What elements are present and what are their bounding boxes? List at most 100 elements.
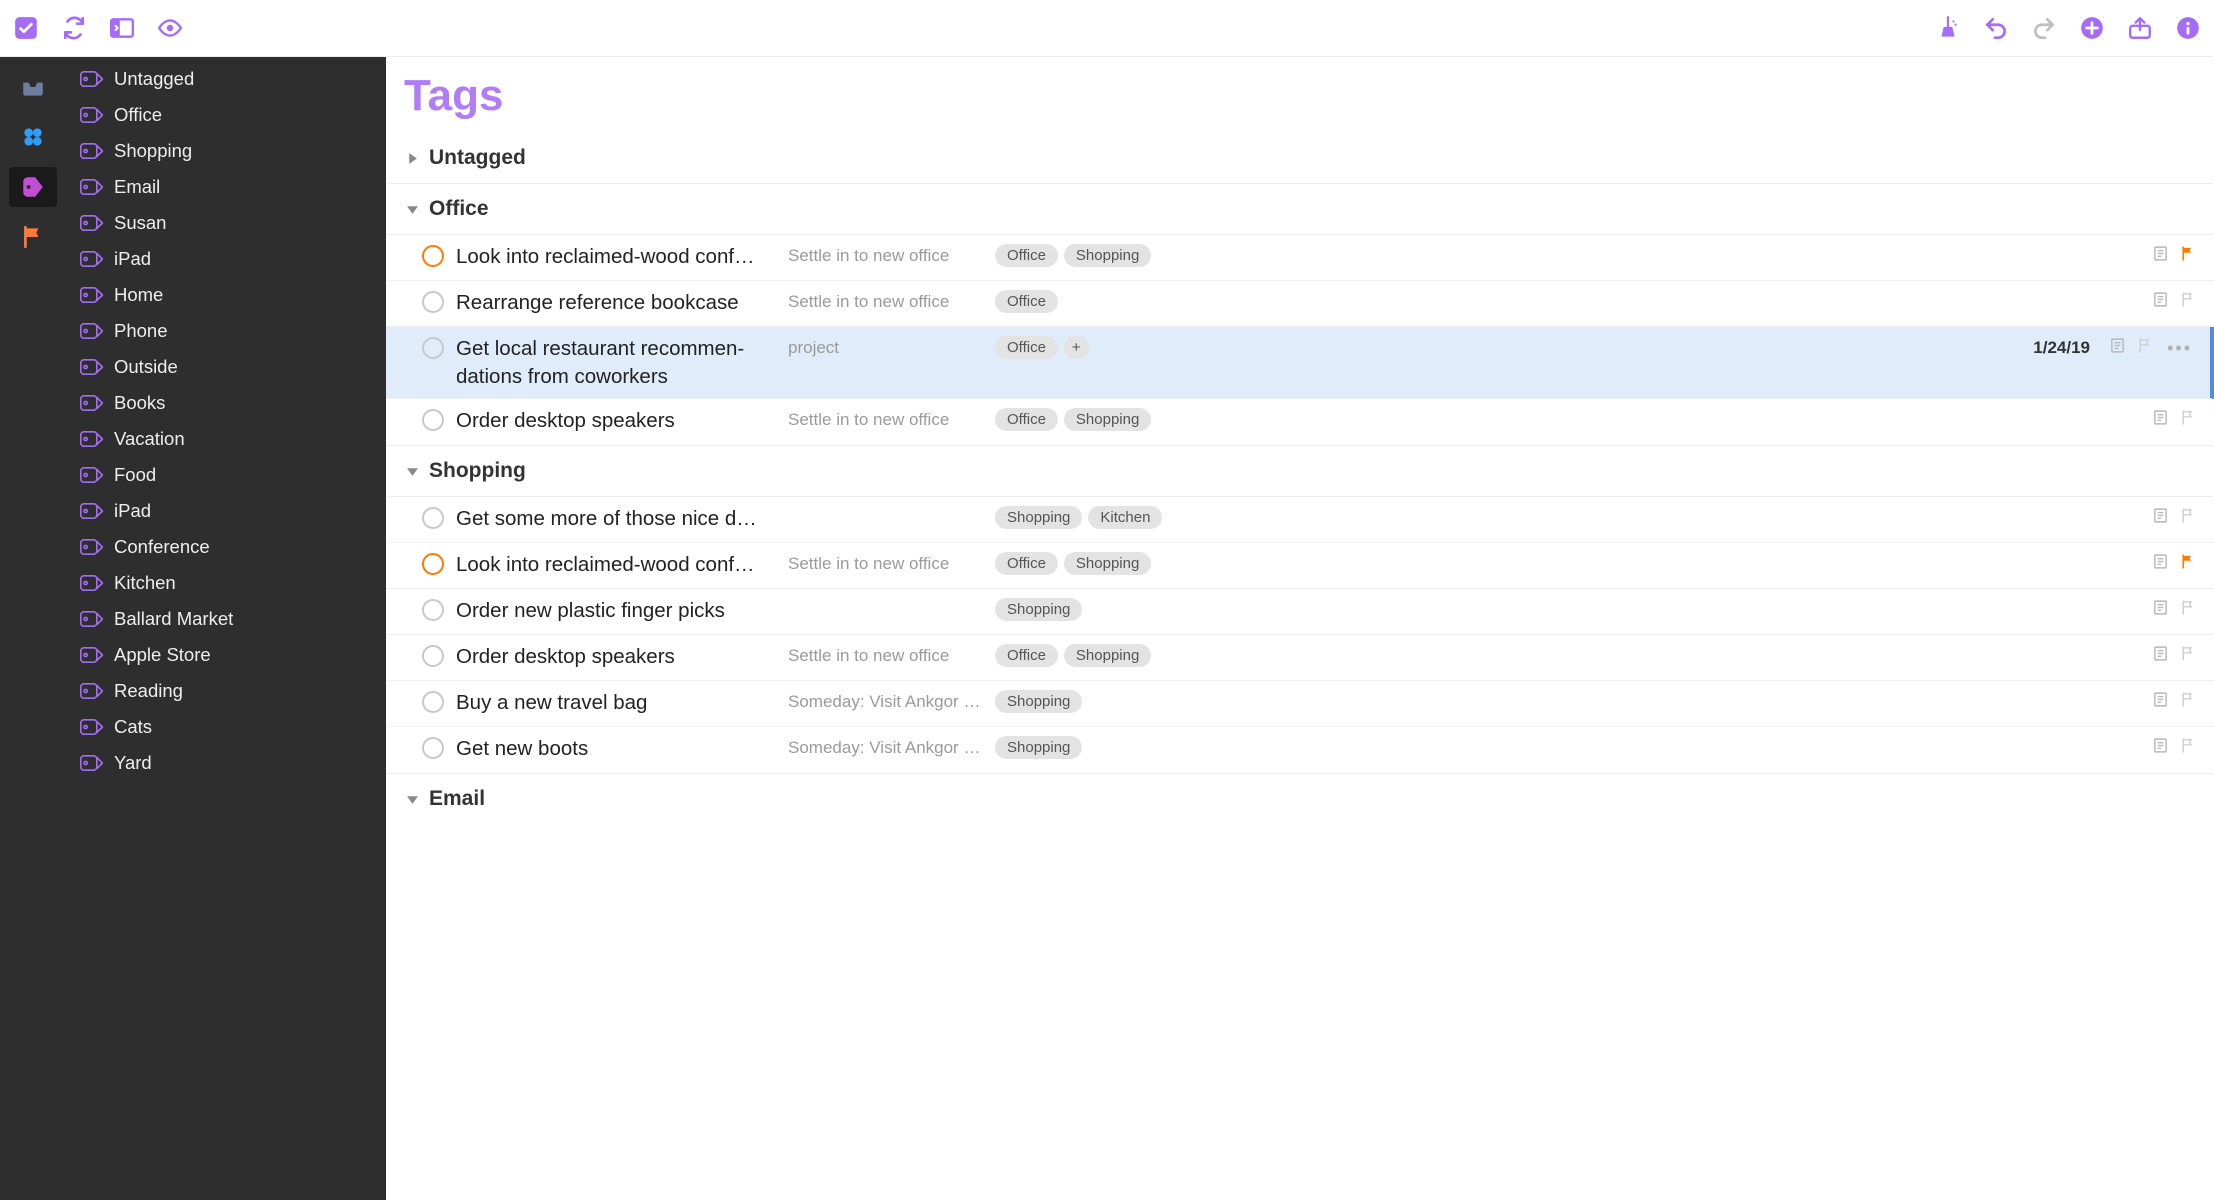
sidebar-tag-item[interactable]: Home <box>66 277 386 313</box>
sidebar-tag-item[interactable]: iPad <box>66 493 386 529</box>
rail-tags[interactable] <box>9 167 57 207</box>
note-icon[interactable] <box>2109 337 2126 359</box>
tag-pill[interactable]: Office <box>995 290 1058 313</box>
sidebar-tag-item[interactable]: Email <box>66 169 386 205</box>
sidebar-tag-item[interactable]: Reading <box>66 673 386 709</box>
sidebar-tag-item[interactable]: Office <box>66 97 386 133</box>
note-icon[interactable] <box>2152 599 2169 621</box>
task-row[interactable]: Get some more of those nice d…ShoppingKi… <box>386 497 2214 543</box>
tag-pill[interactable]: Shopping <box>1064 552 1151 575</box>
flag-icon[interactable] <box>2179 737 2196 759</box>
disclosure-triangle-icon <box>406 465 419 478</box>
sidebar-tag-item[interactable]: Kitchen <box>66 565 386 601</box>
task-row[interactable]: Look into reclaimed-wood conf…Settle in … <box>386 543 2214 589</box>
sidebar-tag-item[interactable]: Susan <box>66 205 386 241</box>
section-title: Email <box>429 787 485 811</box>
section-header[interactable]: Office <box>386 183 2214 234</box>
section-header[interactable]: Shopping <box>386 445 2214 496</box>
task-row[interactable]: Order desktop speakersSettle in to new o… <box>386 635 2214 681</box>
flag-icon[interactable] <box>2179 599 2196 621</box>
sidebar-tag-item[interactable]: Conference <box>66 529 386 565</box>
toolbar-sidebar-toggle[interactable] <box>108 14 136 42</box>
tag-pill[interactable]: Shopping <box>995 690 1082 713</box>
toolbar-sync-button[interactable] <box>60 14 88 42</box>
toolbar-share-button[interactable] <box>2126 14 2154 42</box>
task-row[interactable]: Look into reclaimed-wood conf…Settle in … <box>386 235 2214 281</box>
task-row[interactable]: Order desktop speakersSettle in to new o… <box>386 399 2214 445</box>
tag-pill[interactable]: Office <box>995 336 1058 359</box>
task-status-circle[interactable] <box>422 245 444 267</box>
tag-pill[interactable]: Shopping <box>995 598 1082 621</box>
note-icon[interactable] <box>2152 245 2169 267</box>
add-tag-pill[interactable]: + <box>1064 336 1089 359</box>
task-project: Settle in to new office <box>788 643 983 666</box>
section-header[interactable]: Email <box>386 773 2214 824</box>
toolbar-info-button[interactable] <box>2174 14 2202 42</box>
task-status-circle[interactable] <box>422 553 444 575</box>
toolbar-undo-button[interactable] <box>1982 14 2010 42</box>
toolbar-check-button[interactable] <box>12 14 40 42</box>
task-tags: Office <box>995 289 1175 313</box>
sidebar-tag-item[interactable]: Apple Store <box>66 637 386 673</box>
task-status-circle[interactable] <box>422 409 444 431</box>
flag-icon[interactable] <box>2179 507 2196 529</box>
sidebar-tag-item[interactable]: Phone <box>66 313 386 349</box>
note-icon[interactable] <box>2152 409 2169 431</box>
task-row[interactable]: Rearrange reference bookcaseSettle in to… <box>386 281 2214 327</box>
note-icon[interactable] <box>2152 737 2169 759</box>
tag-pill[interactable]: Office <box>995 244 1058 267</box>
tag-pill[interactable]: Shopping <box>995 506 1082 529</box>
flag-icon[interactable] <box>2136 337 2153 359</box>
more-icon[interactable]: ••• <box>2167 338 2192 359</box>
sidebar-tag-item[interactable]: Ballard Market <box>66 601 386 637</box>
task-status-circle[interactable] <box>422 645 444 667</box>
task-row[interactable]: Buy a new travel bagSomeday: Visit Ankgo… <box>386 681 2214 727</box>
sidebar-tag-label: Apple Store <box>114 644 211 666</box>
tag-pill[interactable]: Shopping <box>1064 244 1151 267</box>
task-status-circle[interactable] <box>422 291 444 313</box>
task-status-circle[interactable] <box>422 507 444 529</box>
sidebar-tag-item[interactable]: Vacation <box>66 421 386 457</box>
tag-pill[interactable]: Shopping <box>1064 644 1151 667</box>
task-row[interactable]: Order new plastic finger picksShopping <box>386 589 2214 635</box>
sidebar-tag-item[interactable]: Outside <box>66 349 386 385</box>
task-status-circle[interactable] <box>422 599 444 621</box>
flag-icon[interactable] <box>2179 291 2196 313</box>
note-icon[interactable] <box>2152 691 2169 713</box>
toolbar-redo-button[interactable] <box>2030 14 2058 42</box>
sidebar-tag-item[interactable]: Cats <box>66 709 386 745</box>
tag-pill[interactable]: Office <box>995 408 1058 431</box>
flag-icon[interactable] <box>2179 645 2196 667</box>
tag-pill[interactable]: Shopping <box>1064 408 1151 431</box>
flag-icon[interactable] <box>2179 553 2196 575</box>
note-icon[interactable] <box>2152 645 2169 667</box>
sidebar-tag-item[interactable]: Shopping <box>66 133 386 169</box>
toolbar-cleanup-button[interactable] <box>1934 14 1962 42</box>
sidebar-tag-item[interactable]: Books <box>66 385 386 421</box>
task-row[interactable]: Get new bootsSomeday: Visit Ankgor …Shop… <box>386 727 2214 773</box>
task-status-circle[interactable] <box>422 691 444 713</box>
flag-icon[interactable] <box>2179 409 2196 431</box>
task-status-circle[interactable] <box>422 337 444 359</box>
sidebar-tag-item[interactable]: Yard <box>66 745 386 781</box>
sidebar-tag-item[interactable]: Food <box>66 457 386 493</box>
task-status-circle[interactable] <box>422 737 444 759</box>
task-row[interactable]: Get local restaurant recommen-dations fr… <box>386 327 2214 399</box>
toolbar-view-button[interactable] <box>156 14 184 42</box>
sidebar-tag-item[interactable]: iPad <box>66 241 386 277</box>
note-icon[interactable] <box>2152 507 2169 529</box>
note-icon[interactable] <box>2152 553 2169 575</box>
rail-projects[interactable] <box>9 117 57 157</box>
flag-icon[interactable] <box>2179 691 2196 713</box>
sidebar-tag-item[interactable]: Untagged <box>66 61 386 97</box>
note-icon[interactable] <box>2152 291 2169 313</box>
section-header[interactable]: Untagged <box>386 133 2214 183</box>
tag-pill[interactable]: Office <box>995 644 1058 667</box>
flag-icon[interactable] <box>2179 245 2196 267</box>
tag-pill[interactable]: Kitchen <box>1088 506 1162 529</box>
toolbar-add-button[interactable] <box>2078 14 2106 42</box>
rail-inbox[interactable] <box>9 67 57 107</box>
tag-pill[interactable]: Shopping <box>995 736 1082 759</box>
tag-pill[interactable]: Office <box>995 552 1058 575</box>
rail-flagged[interactable] <box>9 217 57 257</box>
